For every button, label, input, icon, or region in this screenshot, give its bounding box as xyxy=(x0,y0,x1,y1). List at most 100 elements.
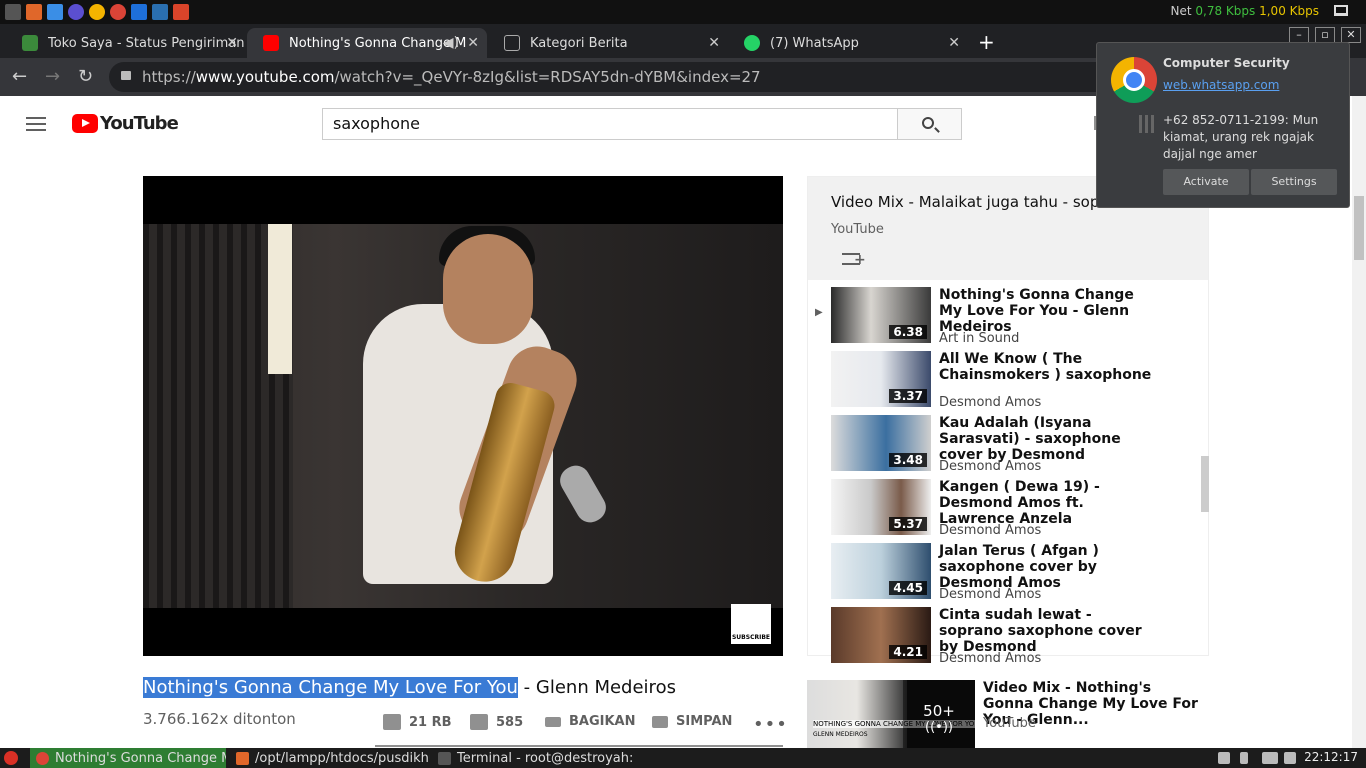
chrome-icon xyxy=(36,751,49,765)
duration-badge: 4.45 xyxy=(889,581,927,595)
playlist-item[interactable]: ▶ 6.38 Nothing's Gonna Change My Love Fo… xyxy=(808,287,1198,347)
wifi-icon[interactable] xyxy=(1262,752,1278,764)
net-up: 1,00 Kbps xyxy=(1259,4,1319,18)
tab-whatsapp[interactable]: (7) WhatsApp ✕ xyxy=(728,28,968,58)
subscribe-watermark[interactable]: SUBSCRIBE xyxy=(731,604,771,644)
playlist-item-channel: Desmond Amos xyxy=(939,395,1042,410)
radio-icon: ((•)) xyxy=(925,720,953,735)
chrome-launcher-icon[interactable] xyxy=(110,4,126,20)
forward-arrow-icon[interactable]: → xyxy=(45,66,60,87)
playlist-item[interactable]: 4.45 Jalan Terus ( Afgan ) saxophone cov… xyxy=(808,543,1198,603)
playlist-item[interactable]: 4.21 Cinta sudah lewat - soprano saxopho… xyxy=(808,607,1198,667)
activate-button[interactable]: Activate xyxy=(1163,169,1249,195)
like-count: 21 RB xyxy=(409,714,452,730)
close-tab-icon[interactable]: ✕ xyxy=(708,35,720,51)
files-launcher-icon[interactable] xyxy=(47,4,63,20)
page-scrollbar[interactable] xyxy=(1352,96,1366,748)
playlist-item[interactable]: 3.37 All We Know ( The Chainsmokers ) sa… xyxy=(808,351,1198,411)
dislike-count: 585 xyxy=(496,714,524,730)
m-launcher-icon[interactable] xyxy=(152,4,168,20)
taskbar-item-chrome[interactable]: Nothing's Gonna Change M... xyxy=(30,748,226,768)
back-arrow-icon[interactable]: ← xyxy=(12,66,27,87)
share-button[interactable]: BAGIKAN xyxy=(545,714,636,729)
taskbar-item-terminal[interactable]: Terminal - root@destroyah: ... xyxy=(432,748,632,768)
tab-toko-saya[interactable]: Toko Saya - Status Pengiriman ✕ xyxy=(6,28,246,58)
page-favicon-icon xyxy=(504,35,520,51)
new-tab-button[interactable]: + xyxy=(978,30,995,54)
taskbar-item-label: Nothing's Gonna Change M... xyxy=(55,750,226,766)
network-speed: Net 0,78 Kbps 1,00 Kbps xyxy=(1170,4,1319,18)
settings-button[interactable]: Settings xyxy=(1251,169,1337,195)
net-label: Net xyxy=(1170,4,1192,18)
maximize-window-button[interactable]: ▫ xyxy=(1315,27,1335,43)
git-launcher-icon[interactable] xyxy=(173,4,189,20)
battery-icon[interactable] xyxy=(1218,752,1230,764)
tab-youtube-video[interactable]: Nothing's Gonna Change M ◀) ✕ xyxy=(247,28,487,58)
like-button[interactable]: 21 RB xyxy=(383,714,452,730)
desktop-notification[interactable]: Computer Security web.whatsapp.com +62 8… xyxy=(1096,42,1350,208)
apps-grid-icon xyxy=(1139,115,1157,133)
close-tab-icon[interactable]: ✕ xyxy=(948,35,960,51)
lock-icon xyxy=(121,71,131,80)
video-thumbnail: 4.45 xyxy=(831,543,931,599)
notification-source-link[interactable]: web.whatsapp.com xyxy=(1163,78,1279,92)
playlist-item-channel: Desmond Amos xyxy=(939,651,1042,666)
clock[interactable]: 22:12:17 xyxy=(1304,750,1358,764)
sublime-icon xyxy=(236,751,249,765)
save-label: SIMPAN xyxy=(676,714,733,729)
playlist-scrollbar[interactable] xyxy=(1201,456,1209,512)
close-tab-icon[interactable]: ✕ xyxy=(226,35,238,51)
taskbar-item-label: Terminal - root@destroyah: ... xyxy=(457,750,632,766)
youtube-wordmark[interactable]: YouTube xyxy=(100,113,179,134)
mix-owner: YouTube xyxy=(983,716,1036,731)
mix-thumbnail[interactable]: NOTHING'S GONNA CHANGE MY LOVE FOR YOU G… xyxy=(807,680,975,748)
taskbar-item-sublime[interactable]: /opt/lampp/htdocs/pusdikhu... xyxy=(230,748,430,768)
terminal-launcher-icon[interactable] xyxy=(5,4,21,20)
playlist-owner[interactable]: YouTube xyxy=(831,222,884,237)
duration-badge: 3.37 xyxy=(889,389,927,403)
page-scrollbar-thumb[interactable] xyxy=(1354,196,1364,260)
minimize-window-button[interactable]: – xyxy=(1289,27,1309,43)
os-top-panel: Net 0,78 Kbps 1,00 Kbps xyxy=(0,0,1366,24)
eclipse-launcher-icon[interactable] xyxy=(68,4,84,20)
now-playing-icon: ▶ xyxy=(815,307,823,318)
playlist-item-channel: Desmond Amos xyxy=(939,523,1042,538)
app-menu-icon[interactable] xyxy=(4,751,18,765)
dislike-button[interactable]: 585 xyxy=(470,714,523,730)
video-player[interactable]: SUBSCRIBE xyxy=(143,176,783,656)
tab-label: Kategori Berita xyxy=(530,35,628,51)
playlist-item[interactable]: 3.48 Kau Adalah (Isyana Sarasvati) - sax… xyxy=(808,415,1198,475)
net-down: 0,78 Kbps xyxy=(1195,4,1256,18)
video-title-selected: Nothing's Gonna Change My Love For You xyxy=(143,677,518,698)
display-icon[interactable] xyxy=(1334,5,1348,16)
sublime-launcher-icon[interactable] xyxy=(26,4,42,20)
app-launcher-icon[interactable] xyxy=(89,4,105,20)
video-thumbnail: 3.37 xyxy=(831,351,931,407)
playlist-title[interactable]: Video Mix - Malaikat juga tahu - soprano xyxy=(831,193,1133,211)
save-playlist-icon[interactable] xyxy=(842,252,866,268)
playlist-item[interactable]: 5.37 Kangen ( Dewa 19) - Desmond Amos ft… xyxy=(808,479,1198,539)
tab-label: Toko Saya - Status Pengiriman xyxy=(48,35,245,51)
search-button[interactable] xyxy=(897,108,962,140)
address-bar[interactable]: https://www.youtube.com/watch?v=_QeVYr-8… xyxy=(109,62,1229,92)
search-input[interactable]: saxophone xyxy=(322,108,898,140)
duration-badge: 3.48 xyxy=(889,453,927,467)
youtube-logo-icon[interactable] xyxy=(72,114,98,133)
menu-icon[interactable] xyxy=(26,117,46,131)
close-window-button[interactable]: ✕ xyxy=(1341,27,1361,43)
share-arrow-icon xyxy=(545,716,561,727)
close-tab-icon[interactable]: ✕ xyxy=(467,35,479,51)
share-label: BAGIKAN xyxy=(569,714,636,729)
url-host: www.youtube.com xyxy=(195,68,335,86)
volume-icon[interactable] xyxy=(1284,752,1296,764)
speaker-icon[interactable]: ◀) xyxy=(443,35,459,51)
notification-title: Computer Security xyxy=(1163,56,1290,70)
playlist-add-icon xyxy=(652,715,668,728)
more-actions-icon[interactable]: ••• xyxy=(753,714,788,735)
video-thumbnail: 5.37 xyxy=(831,479,931,535)
shark-launcher-icon[interactable] xyxy=(131,4,147,20)
save-button[interactable]: SIMPAN xyxy=(652,714,732,729)
tab-kategori-berita[interactable]: Kategori Berita ✕ xyxy=(488,28,728,58)
reload-icon[interactable]: ↻ xyxy=(78,66,93,87)
bluetooth-icon[interactable] xyxy=(1240,752,1248,764)
